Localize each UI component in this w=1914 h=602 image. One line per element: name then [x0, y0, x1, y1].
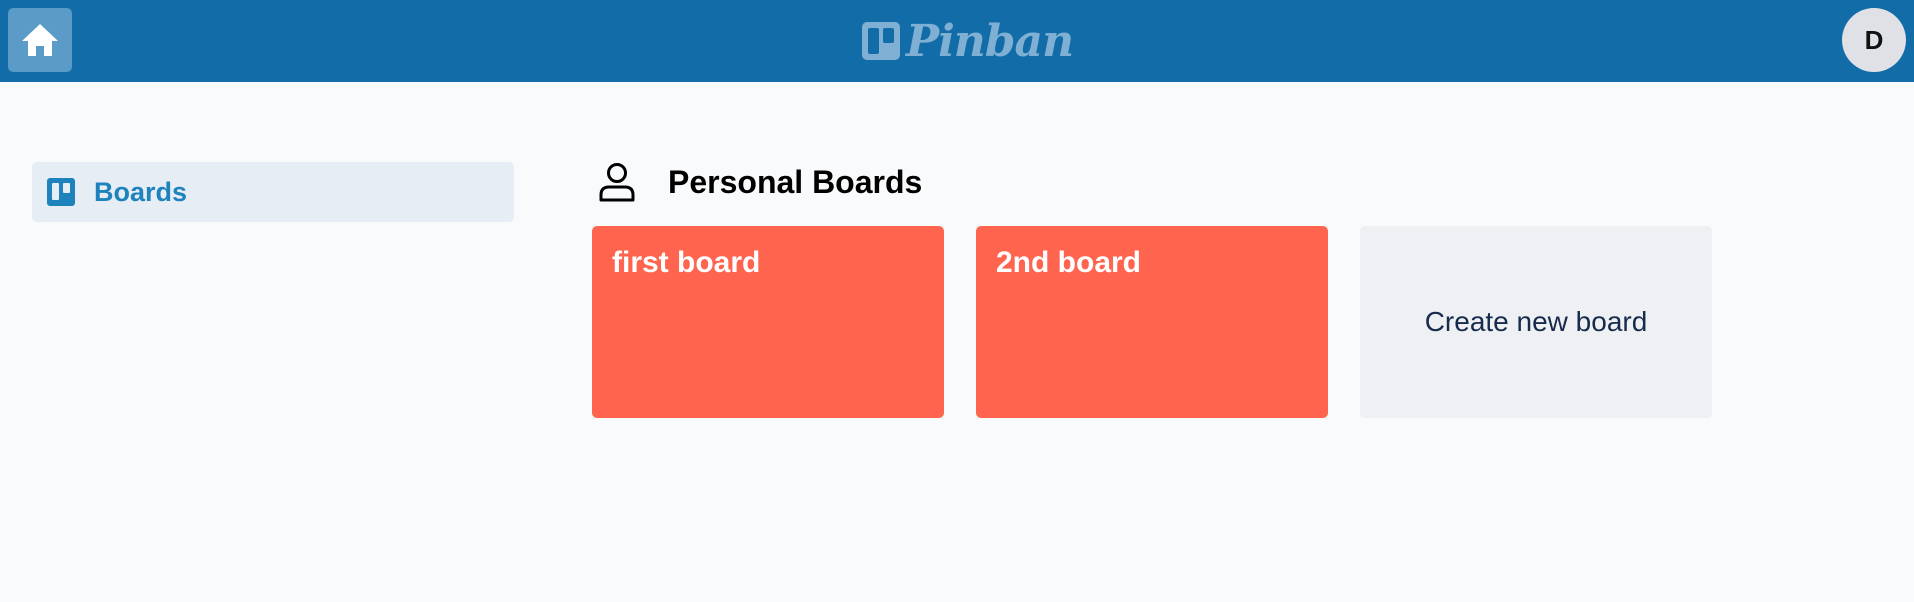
board-icon: [47, 178, 75, 206]
app-logo[interactable]: Pinban: [862, 14, 1074, 68]
user-avatar[interactable]: D: [1842, 8, 1906, 72]
user-icon: [598, 162, 636, 202]
create-board-label: Create new board: [1424, 306, 1648, 337]
board-title: 2nd board: [996, 246, 1142, 279]
board-title: first board: [612, 246, 761, 279]
sidebar-item-label: Boards: [94, 176, 188, 207]
sidebar-item-boards[interactable]: Boards: [32, 162, 514, 222]
create-new-board-button[interactable]: Create new board: [1360, 226, 1712, 418]
logo-text: Pinban: [906, 15, 1074, 67]
top-bar: Pinban D: [0, 0, 1914, 82]
home-icon: [20, 22, 60, 58]
section-title: Personal Boards: [668, 163, 923, 200]
board-card[interactable]: 2nd board: [976, 226, 1328, 418]
board-card[interactable]: first board: [592, 226, 944, 418]
personal-boards-header: Personal Boards: [598, 160, 922, 204]
board-logo-icon: [862, 22, 900, 60]
home-button[interactable]: [8, 8, 72, 72]
